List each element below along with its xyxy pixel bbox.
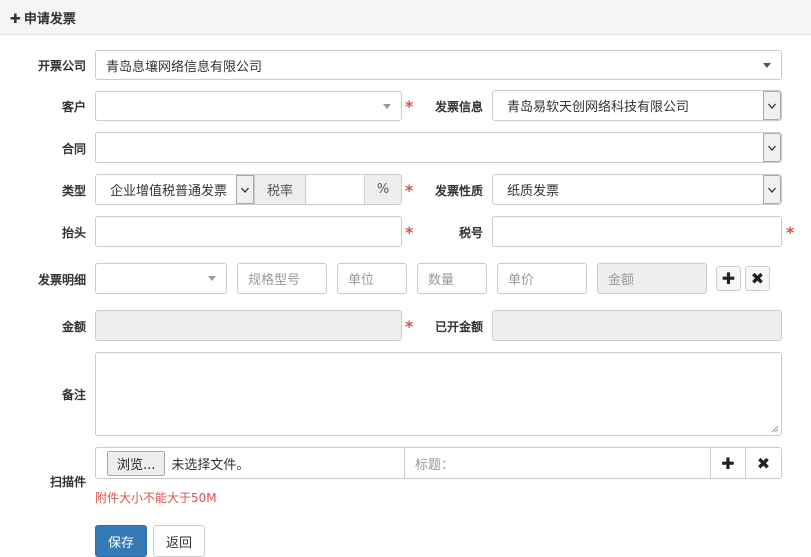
contract-select[interactable] xyxy=(95,132,782,163)
resize-handle-icon[interactable] xyxy=(771,425,779,433)
plus-icon: ✚ xyxy=(721,269,736,288)
title-input[interactable] xyxy=(95,216,402,247)
amount-label: 金额 xyxy=(61,320,86,334)
browse-button[interactable]: 浏览... xyxy=(107,450,166,476)
remark-label: 备注 xyxy=(61,388,86,402)
amount-input xyxy=(95,310,402,341)
remove-file-button[interactable]: ✖ xyxy=(745,447,782,479)
add-file-button[interactable]: ✚ xyxy=(710,447,746,479)
chevron-down-icon[interactable] xyxy=(236,175,254,204)
title-label: 抬头 xyxy=(61,226,86,240)
percent-addon: % xyxy=(364,174,402,205)
customer-label: 客户 xyxy=(61,100,86,114)
unit-input[interactable]: 单位 xyxy=(337,263,407,294)
detail-amount-input: 金额 xyxy=(597,263,707,294)
invoice-info-label: 发票信息 xyxy=(434,100,483,114)
close-icon: ✖ xyxy=(756,453,771,473)
customer-select[interactable] xyxy=(95,91,402,121)
file-status: 未选择文件。 xyxy=(171,457,250,473)
required-mark: * xyxy=(405,317,414,336)
issued-amount-label: 已开金额 xyxy=(434,320,483,334)
caret-down-icon xyxy=(763,63,771,68)
remark-textarea[interactable] xyxy=(95,352,782,436)
details-label: 发票明细 xyxy=(37,273,86,287)
caret-down-icon xyxy=(383,104,391,109)
back-button[interactable]: 返回 xyxy=(153,525,205,557)
chevron-down-icon[interactable] xyxy=(763,133,781,162)
file-input[interactable]: 浏览... 未选择文件。 xyxy=(95,447,405,479)
save-button[interactable]: 保存 xyxy=(95,525,147,557)
invoice-nature-label: 发票性质 xyxy=(434,184,483,198)
invoice-info-select[interactable]: 青岛易软天创网络科技有限公司 xyxy=(492,90,782,121)
required-mark: * xyxy=(405,223,414,242)
panel-header: ✚ 申请发票 xyxy=(0,0,811,35)
required-mark: * xyxy=(786,223,795,242)
invoice-nature-select[interactable]: 纸质发票 xyxy=(492,174,782,205)
quantity-input[interactable]: 数量 xyxy=(417,263,487,294)
panel-title: ✚ 申请发票 xyxy=(10,12,76,27)
tax-rate-addon: 税率 xyxy=(255,174,306,205)
tax-rate-input[interactable] xyxy=(305,174,365,205)
chevron-down-icon[interactable] xyxy=(763,91,781,120)
tax-no-label: 税号 xyxy=(458,226,483,240)
required-mark: * xyxy=(405,97,414,116)
issued-amount-input xyxy=(492,310,782,341)
plus-icon: ✚ xyxy=(10,12,21,27)
required-mark: * xyxy=(405,181,414,200)
add-detail-button[interactable]: ✚ xyxy=(716,266,741,291)
tax-no-input[interactable] xyxy=(492,216,782,247)
file-size-hint: 附件大小不能大于50M xyxy=(95,491,217,505)
type-select[interactable]: 企业增值税普通发票 xyxy=(95,174,255,205)
contract-label: 合同 xyxy=(61,142,86,156)
close-icon: ✖ xyxy=(750,269,765,288)
detail-item-select[interactable] xyxy=(95,263,227,294)
chevron-down-icon[interactable] xyxy=(763,175,781,204)
price-input[interactable]: 单价 xyxy=(497,263,587,294)
spec-input[interactable]: 规格型号 xyxy=(237,263,327,294)
plus-icon: ✚ xyxy=(721,453,735,473)
caret-down-icon xyxy=(208,276,216,281)
company-select[interactable]: 青岛息壤网络信息有限公司 xyxy=(95,50,782,80)
file-title-input[interactable]: 标题： xyxy=(404,447,711,479)
type-label: 类型 xyxy=(61,184,86,198)
company-label: 开票公司 xyxy=(37,59,86,73)
scan-label: 扫描件 xyxy=(49,475,86,489)
remove-detail-button[interactable]: ✖ xyxy=(745,266,770,291)
